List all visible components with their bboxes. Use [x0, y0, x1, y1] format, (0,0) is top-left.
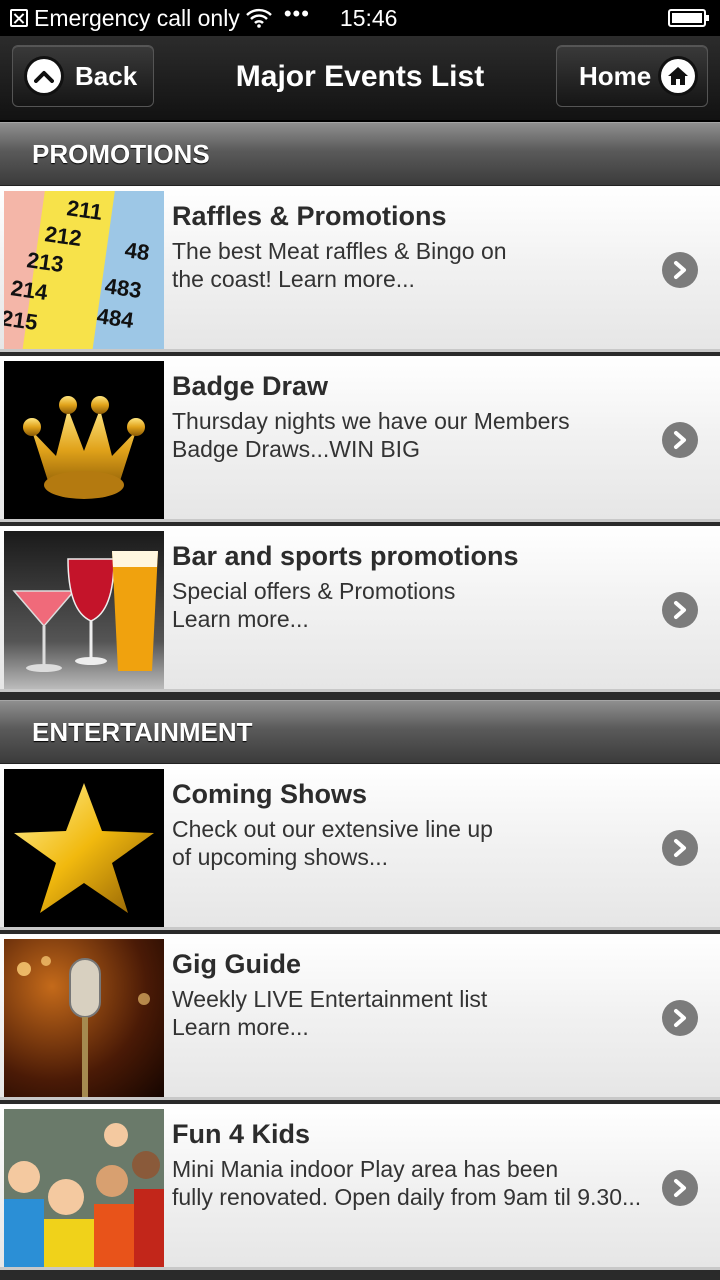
wifi-icon — [245, 8, 272, 28]
section-header-promotions: PROMOTIONS — [0, 122, 720, 186]
chevron-right-icon[interactable] — [662, 830, 698, 866]
microphone-image — [4, 939, 164, 1097]
item-title: Raffles & Promotions — [172, 201, 447, 231]
chevron-right-icon[interactable] — [662, 1000, 698, 1036]
ticket-number: 211 — [65, 195, 104, 225]
home-label: Home — [579, 60, 652, 91]
chevron-right-icon[interactable] — [662, 252, 698, 288]
ticket-number: 214 — [9, 275, 50, 305]
item-title: Badge Draw — [172, 371, 329, 401]
item-description: Weekly LIVE Entertainment list Learn mor… — [172, 986, 488, 1040]
more-indicator: ••• — [283, 1, 310, 26]
chevron-right-icon[interactable] — [662, 592, 698, 628]
ticket-number: 48 — [123, 237, 151, 265]
ticket-number: 483 — [103, 273, 143, 303]
ticket-number: 215 — [4, 305, 39, 335]
item-title: Coming Shows — [172, 779, 367, 809]
status-bar: Emergency call only ••• 15:46 — [0, 0, 720, 36]
item-title: Gig Guide — [172, 949, 302, 979]
list-item-bar-sports[interactable]: Bar and sports promotions Special offers… — [0, 526, 720, 692]
list-item-raffles[interactable]: 211 212 213 214 215 483 484 48 Raffles &… — [0, 186, 720, 352]
list-item-gig-guide[interactable]: Gig Guide Weekly LIVE Entertainment list… — [0, 934, 720, 1100]
list-item-fun-4-kids[interactable]: Fun 4 Kids Mini Mania indoor Play area h… — [0, 1104, 720, 1270]
chevron-right-icon[interactable] — [662, 1170, 698, 1206]
item-description: Check out our extensive line up of upcom… — [172, 816, 493, 870]
item-description: Mini Mania indoor Play area has been ful… — [172, 1156, 642, 1210]
top-navigation-bar: Back Major Events List Home — [0, 36, 720, 122]
star-image — [4, 769, 164, 927]
home-button[interactable]: Home — [556, 45, 708, 107]
ticket-number: 213 — [25, 247, 65, 277]
raffle-tickets-image: 211 212 213 214 215 483 484 48 — [4, 191, 164, 349]
list-item-badge-draw[interactable]: Badge Draw Thursday nights we have our M… — [0, 356, 720, 522]
clock: 15:46 — [339, 4, 398, 31]
item-title: Fun 4 Kids — [172, 1119, 311, 1149]
item-title: Bar and sports promotions — [172, 541, 519, 571]
no-sim-icon — [10, 9, 28, 27]
home-icon — [661, 59, 695, 93]
item-description: The best Meat raffles & Bingo on the coa… — [172, 238, 507, 292]
ticket-number: 212 — [43, 221, 83, 251]
ticket-number: 484 — [95, 303, 136, 333]
chevron-right-icon[interactable] — [662, 422, 698, 458]
item-description: Thursday nights we have our Members Badg… — [172, 408, 570, 462]
kids-image — [4, 1109, 164, 1267]
crown-image — [4, 361, 164, 519]
drinks-image — [4, 531, 164, 689]
carrier-text: Emergency call only — [34, 4, 240, 31]
item-description: Special offers & Promotions Learn more..… — [172, 578, 456, 632]
section-header-entertainment: ENTERTAINMENT — [0, 700, 720, 764]
list-item-coming-shows[interactable]: Coming Shows Check out our extensive lin… — [0, 764, 720, 930]
battery-icon — [668, 9, 709, 27]
